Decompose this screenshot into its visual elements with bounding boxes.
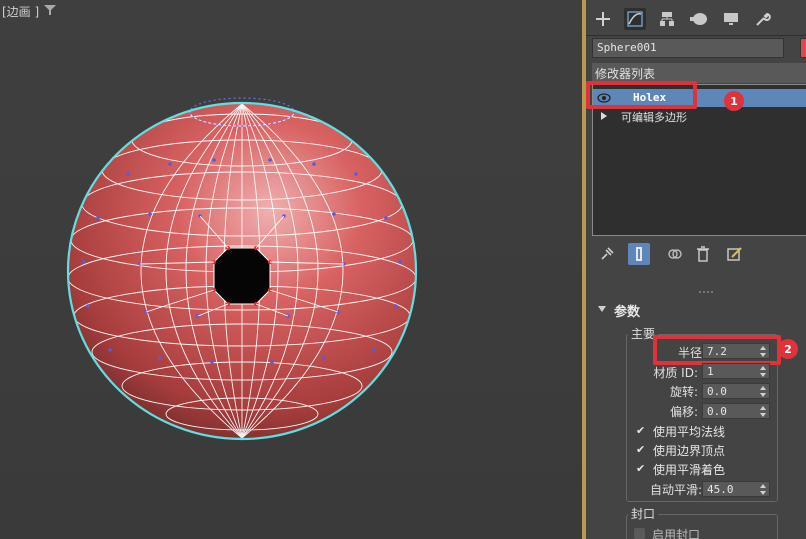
object-color-swatch[interactable] bbox=[800, 38, 806, 58]
show-end-result-button[interactable] bbox=[628, 243, 650, 265]
auto-smooth-spinner[interactable]: 45.0 bbox=[702, 481, 770, 497]
offset-spinner[interactable]: 0.0 bbox=[702, 403, 770, 419]
offset-label: 偏移: bbox=[669, 405, 698, 419]
create-tab[interactable] bbox=[592, 8, 614, 30]
command-panel-tabs bbox=[586, 0, 806, 36]
modify-curve-icon bbox=[627, 11, 643, 27]
enable-cap-label: 启用封口 bbox=[652, 528, 701, 539]
rollout-title: 参数 bbox=[614, 305, 641, 320]
rollout-resize-handle[interactable] bbox=[696, 290, 716, 294]
cap-group-label: 封口 bbox=[628, 505, 659, 522]
hierarchy-tab[interactable] bbox=[656, 8, 678, 30]
trash-icon bbox=[697, 246, 709, 262]
pin-stack-button[interactable] bbox=[596, 243, 618, 265]
checkmark-icon: ✔ bbox=[636, 443, 646, 456]
offset-value: 0.0 bbox=[707, 405, 727, 418]
motion-icon bbox=[690, 13, 707, 25]
spinner-arrows-icon[interactable] bbox=[760, 406, 766, 417]
configure-icon bbox=[727, 247, 742, 261]
stack-item-editable-poly[interactable]: 可编辑多边形 bbox=[593, 107, 806, 125]
collapse-arrow-icon bbox=[598, 306, 606, 312]
annotation-badge-1: 1 bbox=[724, 91, 744, 111]
spinner-arrows-icon[interactable] bbox=[760, 366, 766, 377]
checkmark-icon: ✔ bbox=[636, 462, 646, 475]
filter-icon[interactable] bbox=[44, 4, 56, 16]
auto-smooth-label: 自动平滑: bbox=[649, 483, 702, 497]
material-id-value: 1 bbox=[707, 365, 714, 378]
monitor-icon bbox=[724, 13, 738, 25]
annotation-badge-2: 2 bbox=[778, 339, 798, 359]
make-unique-icon bbox=[668, 249, 682, 259]
hierarchy-icon bbox=[660, 12, 674, 26]
enable-cap-checkbox[interactable] bbox=[634, 528, 645, 539]
spinner-arrows-icon[interactable] bbox=[760, 386, 766, 397]
rotate-label: 旋转: bbox=[669, 385, 698, 399]
configure-sets-button[interactable] bbox=[724, 243, 746, 265]
viewport-label[interactable]: [边画 ] bbox=[2, 3, 39, 20]
parameters-rollout-header[interactable]: 参数 bbox=[592, 300, 802, 320]
material-id-label: 材质 ID: bbox=[653, 366, 698, 380]
remove-modifier-button[interactable] bbox=[692, 243, 714, 265]
command-panel: Sphere001 修改器列表 Holex 可编辑多边形 1 参数 主要 半径:… bbox=[586, 0, 806, 539]
stack-item-label: 可编辑多边形 bbox=[621, 111, 687, 124]
highlight-box-holex bbox=[586, 81, 697, 109]
checkmark-icon: ✔ bbox=[636, 424, 646, 437]
perspective-viewport[interactable]: [边画 ] bbox=[0, 0, 582, 539]
rotate-spinner[interactable]: 0.0 bbox=[702, 383, 770, 399]
3dsmax-window: [边画 ] Sphere001 修改器列表 Holex 可编辑多边形 1 参数 … bbox=[0, 0, 806, 539]
display-tab[interactable] bbox=[720, 8, 742, 30]
expand-arrow-icon[interactable] bbox=[601, 112, 607, 120]
motion-tab[interactable] bbox=[688, 8, 710, 30]
utilities-tab[interactable] bbox=[752, 8, 774, 30]
object-name-field[interactable]: Sphere001 bbox=[592, 38, 784, 58]
make-unique-button[interactable] bbox=[664, 243, 686, 265]
pin-icon bbox=[601, 247, 614, 260]
end-result-icon bbox=[636, 247, 642, 261]
sphere-model bbox=[66, 97, 418, 441]
wrench-icon bbox=[756, 12, 771, 26]
material-id-spinner[interactable]: 1 bbox=[702, 363, 770, 379]
modify-tab[interactable] bbox=[624, 8, 646, 30]
spinner-arrows-icon[interactable] bbox=[760, 484, 766, 495]
plus-icon bbox=[596, 12, 610, 26]
modifier-list-dropdown[interactable]: 修改器列表 bbox=[592, 63, 806, 83]
rotate-value: 0.0 bbox=[707, 385, 727, 398]
auto-smooth-value: 45.0 bbox=[707, 483, 734, 496]
highlight-box-radius bbox=[653, 335, 781, 365]
stack-toolbar bbox=[592, 243, 802, 267]
